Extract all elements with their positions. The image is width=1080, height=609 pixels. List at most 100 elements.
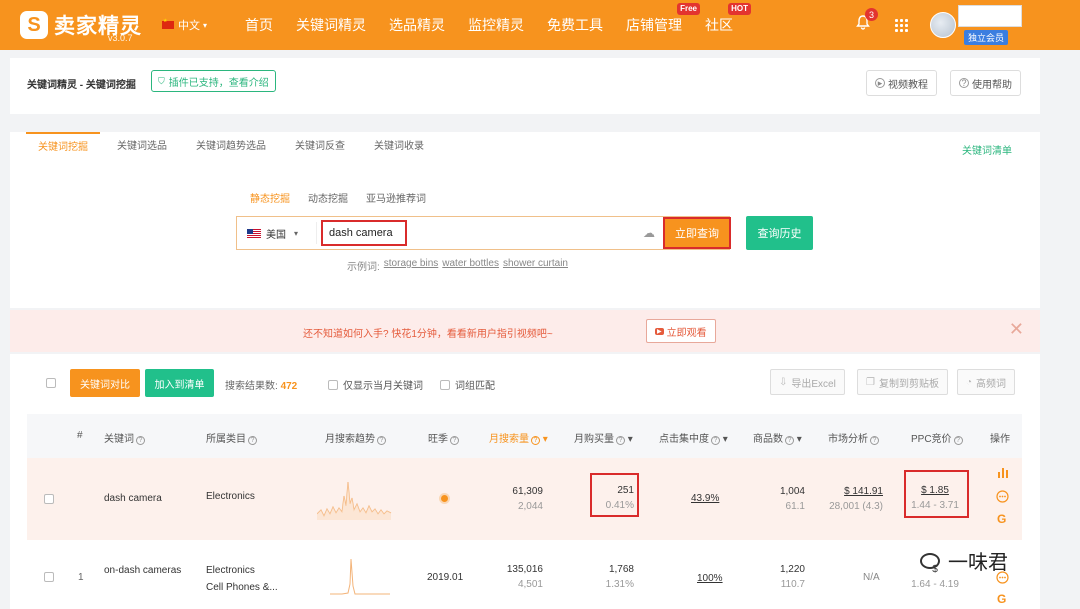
row-market-analysis[interactable]: $ 141.91 28,001 (4.3) [819, 486, 883, 512]
sort-icon: ▾ [625, 434, 633, 445]
row-checkbox[interactable] [44, 572, 54, 582]
mining-mode-tabs: 静态挖掘 动态挖掘 亚马逊推荐词 [250, 190, 444, 205]
pie-chart-icon: ◔ [966, 376, 973, 388]
export-excel-button[interactable]: ⇩ 导出Excel [770, 369, 845, 395]
nav-item-product[interactable]: 选品精灵 [389, 15, 445, 35]
col-season[interactable]: 旺季? [428, 430, 459, 445]
bell-icon[interactable]: 3 [856, 8, 878, 35]
breadcrumb: 关键词精灵 - 关键词挖掘 [27, 80, 136, 91]
col-actions: 操作 [990, 434, 1010, 445]
current-month-only-option[interactable]: 仅显示当月关键词 [328, 377, 423, 392]
google-search-icon[interactable]: G [997, 592, 1006, 606]
video-tutorial-button[interactable]: ▸ 视频教程 [866, 70, 937, 96]
help-icon: ? [248, 436, 257, 445]
tab-keyword-reverse[interactable]: 关键词反查 [283, 132, 357, 162]
tab-dynamic-mining[interactable]: 动态挖掘 [308, 190, 348, 205]
phrase-match-checkbox[interactable] [440, 379, 450, 390]
row-keyword[interactable]: on-dash cameras [104, 565, 181, 576]
phrase-match-option[interactable]: 词组匹配 [440, 377, 495, 392]
example-keyword[interactable]: water bottles [442, 258, 499, 273]
country-select[interactable]: 美国 ▾ [237, 222, 317, 244]
row-monthly-search: 135,016 4,501 [506, 564, 543, 590]
user-name-redacted [958, 5, 1022, 27]
keyword-input[interactable]: dash camera [321, 220, 407, 246]
user-info[interactable]: 独立会员 [958, 5, 1022, 45]
row-click-concentration[interactable]: 43.9% [691, 493, 719, 504]
row-monthly-purchase: 1,768 1.31% [605, 564, 634, 590]
col-product-count[interactable]: 商品数? ▾ [753, 430, 802, 445]
tab-amazon-suggest[interactable]: 亚马逊推荐词 [366, 190, 426, 205]
help-icon: ? [136, 436, 145, 445]
col-trend[interactable]: 月搜索趋势? [325, 430, 386, 445]
query-history-button[interactable]: 查询历史 [746, 216, 813, 250]
sort-desc-icon: ▾ [540, 434, 548, 445]
cloud-upload-icon[interactable]: ☁ [643, 226, 655, 240]
watch-now-button[interactable]: ▶ 立即观看 [646, 319, 716, 343]
nav-item-store[interactable]: 店铺管理 Free [626, 3, 701, 35]
nav-item-keyword[interactable]: 关键词精灵 [296, 15, 366, 35]
keyword-list-link[interactable]: 关键词清单 [962, 142, 1012, 157]
peak-season-dot [441, 495, 448, 502]
col-click-concentration[interactable]: 点击集中度? ▾ [659, 430, 728, 445]
col-keyword[interactable]: 关键词? [104, 430, 145, 445]
copy-clipboard-button[interactable]: ❐ 复制到剪贴板 [857, 369, 948, 395]
avatar[interactable] [930, 12, 956, 38]
result-count: 搜索结果数: 472 [225, 381, 298, 392]
col-category[interactable]: 所属类目? [206, 430, 257, 445]
help-icon: ? [377, 436, 386, 445]
help-icon: ? [870, 436, 879, 445]
nav-item-monitor[interactable]: 监控精灵 [468, 15, 524, 35]
row-keyword[interactable]: dash camera [104, 493, 162, 504]
wechat-watermark: 一味君 [920, 546, 1008, 575]
row-checkbox[interactable] [44, 494, 54, 504]
help-icon: ? [450, 436, 459, 445]
col-ppc-bid[interactable]: PPC竞价? [911, 430, 963, 445]
logo-icon: S [20, 11, 48, 39]
nav-item-home[interactable]: 首页 [245, 15, 273, 35]
col-monthly-purchase[interactable]: 月购买量? ▾ [574, 430, 633, 445]
current-month-checkbox[interactable] [328, 379, 338, 390]
example-keyword[interactable]: shower curtain [503, 258, 568, 273]
apps-grid-icon[interactable] [895, 18, 908, 32]
high-frequency-button[interactable]: ◔ 高频词 [957, 369, 1016, 395]
tab-keyword-trend[interactable]: 关键词趋势选品 [184, 132, 278, 162]
help-button[interactable]: ? 使用帮助 [950, 70, 1021, 96]
help-icon: ? [531, 436, 540, 445]
wechat-icon [920, 552, 940, 569]
tab-keyword-mining[interactable]: 关键词挖掘 [26, 132, 100, 162]
row-ppc-bid: $ 1.85 1.44 - 3.71 [911, 485, 959, 511]
copy-icon: ❐ [866, 376, 875, 388]
table-row[interactable]: 1 on-dash cameras Electronics Cell Phone… [27, 540, 1022, 609]
example-keyword[interactable]: storage bins [384, 258, 438, 273]
tab-keyword-index[interactable]: 关键词收录 [362, 132, 436, 162]
tab-keyword-selection[interactable]: 关键词选品 [105, 132, 179, 162]
nav-item-community[interactable]: 社区 HOT [705, 3, 752, 35]
google-search-icon[interactable]: G [997, 512, 1006, 526]
video-play-icon: ▶ [655, 327, 664, 335]
plugin-support-tag[interactable]: ⛉ 插件已支持，查看介绍 [151, 70, 276, 92]
free-badge: Free [677, 3, 701, 15]
add-to-list-button[interactable]: 加入到清单 [145, 369, 214, 397]
notification-count: 3 [865, 8, 878, 21]
select-all-checkbox[interactable] [46, 378, 56, 388]
keyword-compare-button[interactable]: 关键词对比 [70, 369, 140, 397]
row-index: 1 [78, 572, 84, 583]
bar-chart-icon[interactable] [997, 466, 1009, 481]
notice-text: 还不知道如何入手? 快花1分钟，看看新用户指引视频吧~ [303, 329, 553, 340]
tab-static-mining[interactable]: 静态挖掘 [250, 190, 290, 205]
download-icon: ⇩ [779, 376, 788, 388]
help-icon: ? [785, 436, 794, 445]
col-monthly-search[interactable]: 月搜索量? ▾ [489, 430, 548, 445]
row-product-count: 1,220 110.7 [779, 564, 805, 590]
chevron-down-icon: ▾ [203, 20, 208, 30]
query-button[interactable]: 立即查询 [663, 217, 731, 249]
col-market-analysis[interactable]: 市场分析? [828, 430, 879, 445]
table-row[interactable]: dash camera Electronics 61,309 2,044 251… [27, 458, 1022, 540]
nav-item-tools[interactable]: 免费工具 [547, 15, 603, 35]
shield-check-icon: ⛉ [158, 75, 165, 86]
table-header: # 关键词? 所属类目? 月搜索趋势? 旺季? 月搜索量? ▾ 月购买量? ▾ … [27, 414, 1022, 458]
language-selector[interactable]: 中文 ▾ [162, 17, 207, 33]
close-icon[interactable]: ✕ [1009, 319, 1024, 340]
row-click-concentration[interactable]: 100% [697, 573, 723, 584]
more-options-icon[interactable] [996, 490, 1009, 506]
